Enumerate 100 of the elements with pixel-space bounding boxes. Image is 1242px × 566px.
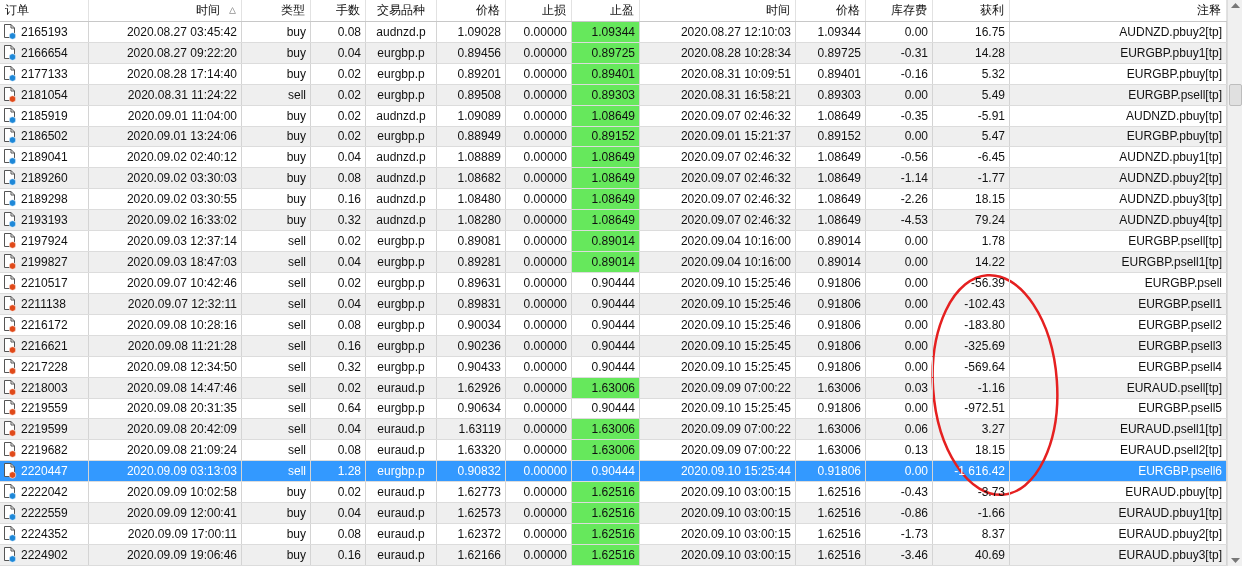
table-cell: 1.08649: [572, 147, 640, 168]
table-row[interactable]: 2222559 2020.09.09 12:00:41 buy 0.04 euraud.p 1.62573 0.00000 1.62516 2020.09.10 03:00:15 1.62516 -0.86 -1.66 EURAUD.pbuy1[tp]: [0, 503, 1227, 525]
table-cell: 2020.09.02 03:30:03: [89, 168, 242, 189]
table-cell: 0.89456: [437, 42, 506, 63]
table-cell: euraud.p: [366, 377, 437, 398]
table-cell: 0.89631: [437, 273, 506, 293]
table-cell: 2224352: [0, 524, 89, 544]
table-cell: 0.89281: [437, 252, 506, 272]
table-cell: 2216172: [0, 314, 89, 335]
table-cell: 0.00: [866, 84, 933, 105]
table-cell: 2020.09.09 17:00:11: [89, 524, 242, 544]
table-cell: 1.08649: [572, 168, 640, 189]
table-cell: 0.08: [311, 168, 366, 189]
table-cell: 2020.09.10 15:25:45: [640, 335, 796, 356]
table-cell: 0.91806: [796, 273, 866, 293]
table-cell: 0.00000: [506, 293, 572, 314]
table-row[interactable]: 2166654 2020.08.27 09:22:20 buy 0.04 eurgbp.p 0.89456 0.00000 0.89725 2020.08.28 10:28:34 0.89725 -0.31 14.28 EURGBP.pbuy1[tp]: [0, 42, 1227, 64]
table-cell: 0.91806: [796, 398, 866, 419]
table-cell: 0.90444: [572, 398, 640, 419]
column-header[interactable]: 订单: [0, 0, 89, 21]
column-header[interactable]: 止损: [506, 0, 572, 21]
table-row[interactable]: 2199827 2020.09.03 18:47:03 sell 0.04 eurgbp.p 0.89281 0.00000 0.89014 2020.09.04 10:16:00 0.89014 0.00 14.22 EURGBP.psell1[tp]: [0, 252, 1227, 273]
table-row[interactable]: 2189260 2020.09.02 03:30:03 buy 0.08 audnzd.p 1.08682 0.00000 1.08649 2020.09.07 02:46:32 1.08649 -1.14 -1.77 AUDNZD.pbuy2[tp]: [0, 168, 1227, 190]
table-row[interactable]: 2181054 2020.08.31 11:24:22 sell 0.02 eurgbp.p 0.89508 0.00000 0.89303 2020.08.31 16:58:21 0.89303 0.00 5.49 EURGBP.psell[tp]: [0, 84, 1227, 106]
column-header[interactable]: 交易品种: [366, 0, 437, 21]
table-cell: audnzd.p: [366, 147, 437, 168]
table-cell: -183.80: [933, 314, 1010, 335]
table-cell: 0.90444: [572, 314, 640, 335]
table-cell: 2020.09.08 20:42:09: [89, 419, 242, 440]
column-header[interactable]: 手数: [311, 0, 366, 21]
table-cell: 2177133: [0, 63, 89, 84]
table-cell: 0.13: [866, 440, 933, 461]
table-cell: 2020.09.03 18:47:03: [89, 252, 242, 272]
table-cell: buy: [242, 105, 311, 126]
table-cell: 2219682: [0, 440, 89, 461]
column-header[interactable]: 时间: [89, 0, 242, 21]
table-cell: 0.89081: [437, 231, 506, 252]
table-cell: 14.22: [933, 252, 1010, 272]
table-cell: 2166654: [0, 42, 89, 63]
table-row[interactable]: 2186502 2020.09.01 13:24:06 buy 0.02 eurgbp.p 0.88949 0.00000 0.89152 2020.09.01 15:21:37 0.89152 0.00 5.47 EURGBP.pbuy[tp]: [0, 126, 1227, 148]
table-cell: buy: [242, 42, 311, 63]
scrollbar[interactable]: [1227, 0, 1242, 566]
table-cell: 2020.09.08 12:34:50: [89, 356, 242, 377]
scrollbar-thumb[interactable]: [1228, 84, 1242, 106]
table-cell: 0.04: [311, 419, 366, 440]
column-header[interactable]: 价格: [796, 0, 866, 21]
column-header[interactable]: 库存费: [866, 0, 933, 21]
table-cell: buy: [242, 126, 311, 147]
table-row[interactable]: 2193193 2020.09.02 16:33:02 buy 0.32 audnzd.p 1.08280 0.00000 1.08649 2020.09.07 02:46:32 1.08649 -4.53 79.24 AUDNZD.pbuy4[tp]: [0, 210, 1227, 232]
table-cell: -0.86: [866, 503, 933, 524]
column-header[interactable]: 止盈: [572, 0, 640, 21]
table-cell: 0.00000: [506, 461, 572, 482]
table-cell: eurgbp.p: [366, 273, 437, 293]
table-cell: 0.02: [311, 377, 366, 398]
table-cell: 0.16: [311, 335, 366, 356]
table-cell: 1.62516: [796, 503, 866, 524]
table-cell: sell: [242, 293, 311, 314]
table-cell: 16.75: [933, 21, 1010, 42]
table-cell: 1.08280: [437, 210, 506, 231]
table-cell: 0.90444: [572, 293, 640, 314]
table-cell: eurgbp.p: [366, 231, 437, 252]
table-cell: -569.64: [933, 356, 1010, 377]
table-cell: 79.24: [933, 210, 1010, 231]
table-row[interactable]: 2224902 2020.09.09 19:06:46 buy 0.16 euraud.p 1.62166 0.00000 1.62516 2020.09.10 03:00:15 1.62516 -3.46 40.69 EURAUD.pbuy3[tp]: [0, 544, 1227, 566]
table-cell: 1.09028: [437, 21, 506, 42]
table-row[interactable]: 2211138 2020.09.07 12:32:11 sell 0.04 eurgbp.p 0.89831 0.00000 0.90444 2020.09.10 15:25:46 0.91806 0.00 -102.43 EURGBP.psell1: [0, 293, 1227, 315]
table-cell: 0.89152: [796, 126, 866, 147]
column-header[interactable]: 时间: [640, 0, 796, 21]
table-row[interactable]: 2219599 2020.09.08 20:42:09 sell 0.04 euraud.p 1.63119 0.00000 1.63006 2020.09.09 07:00:22 1.63006 0.06 3.27 EURAUD.psell1[tp]: [0, 419, 1227, 441]
table-cell: 1.62773: [437, 482, 506, 503]
column-header[interactable]: 类型: [242, 0, 311, 21]
table-cell: 0.91806: [796, 293, 866, 314]
table-cell: 0.90433: [437, 356, 506, 377]
table-cell: 2020.09.04 10:16:00: [640, 252, 796, 272]
table-cell: 2020.09.07 02:46:32: [640, 168, 796, 189]
scroll-down-icon[interactable]: [1230, 558, 1240, 563]
table-cell: 2020.09.10 15:25:46: [640, 273, 796, 293]
table-cell: 1.62516: [796, 482, 866, 503]
table-cell: 2020.09.08 20:31:35: [89, 398, 242, 419]
table-cell: 2020.09.03 12:37:14: [89, 231, 242, 252]
column-header[interactable]: 价格: [437, 0, 506, 21]
table-cell: 2219559: [0, 398, 89, 419]
table-cell: 1.62372: [437, 524, 506, 544]
scroll-up-icon[interactable]: [1230, 3, 1240, 8]
table-row[interactable]: 2216621 2020.09.08 11:21:28 sell 0.16 eurgbp.p 0.90236 0.00000 0.90444 2020.09.10 15:25:45 0.91806 0.00 -325.69 EURGBP.psell3: [0, 335, 1227, 357]
table-row[interactable]: 2218003 2020.09.08 14:47:46 sell 0.02 euraud.p 1.62926 0.00000 1.63006 2020.09.09 07:00:22 1.63006 0.03 -1.16 EURAUD.psell[tp]: [0, 377, 1227, 399]
table-cell: 2020.09.09 07:00:22: [640, 377, 796, 398]
table-cell: 0.88949: [437, 126, 506, 147]
table-cell: 1.08649: [796, 168, 866, 189]
table-cell: 1.63119: [437, 419, 506, 440]
table-cell: -1.16: [933, 377, 1010, 398]
table-cell: -1.77: [933, 168, 1010, 189]
table-cell: 0.89725: [796, 42, 866, 63]
table-cell: 1.09089: [437, 105, 506, 126]
table-cell: eurgbp.p: [366, 252, 437, 272]
table-cell: 0.64: [311, 398, 366, 419]
table-cell: sell: [242, 84, 311, 105]
column-header[interactable]: 获利: [933, 0, 1010, 21]
table-cell: 2020.08.31 11:24:22: [89, 84, 242, 105]
table-cell: 2185919: [0, 105, 89, 126]
